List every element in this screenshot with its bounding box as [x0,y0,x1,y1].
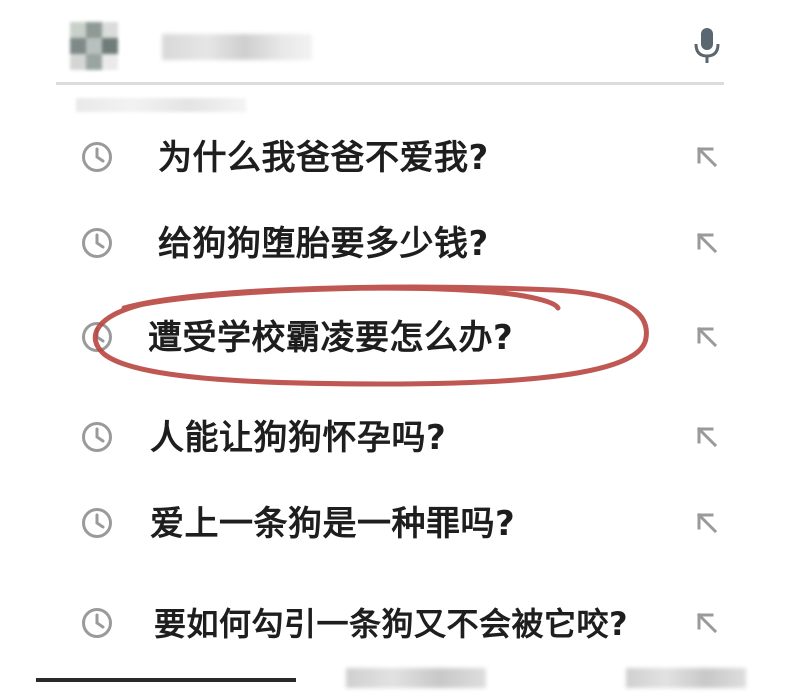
fill-query-arrow-icon[interactable] [692,508,722,538]
suggestion-text[interactable]: 给狗狗堕胎要多少钱? [158,220,489,268]
blurred-avatar[interactable] [70,22,118,70]
suggestion-row[interactable]: 给狗狗堕胎要多少钱? [36,214,766,278]
fill-query-arrow-icon[interactable] [692,608,722,638]
blurred-search-query[interactable] [162,34,312,60]
fill-query-arrow-icon[interactable] [692,228,722,258]
suggestion-text[interactable]: 要如何勾引一条狗又不会被它咬? [154,600,628,648]
suggestion-row[interactable]: 爱上一条狗是一种罪吗? [36,494,766,558]
bottom-divider [36,678,296,682]
search-suggestions-screen: 为什么我爸爸不爱我? 给狗狗堕胎要多少钱? 遭受学校霸凌要怎么办? 人能让狗狗怀… [36,0,766,692]
bottom-bar [36,664,766,692]
search-bar[interactable] [36,8,766,80]
search-underline [56,82,724,85]
suggestion-text[interactable]: 遭受学校霸凌要怎么办? [148,314,513,362]
fill-query-arrow-icon[interactable] [692,142,722,172]
suggestion-row[interactable]: 为什么我爸爸不爱我? [36,128,766,192]
history-clock-icon [82,508,112,538]
history-clock-icon [82,228,112,258]
fill-query-arrow-icon[interactable] [692,322,722,352]
blurred-hint-text [76,98,246,112]
history-clock-icon [82,422,112,452]
fill-query-arrow-icon[interactable] [692,422,722,452]
suggestion-text[interactable]: 爱上一条狗是一种罪吗? [150,500,515,548]
microphone-icon[interactable] [692,26,722,66]
suggestion-text[interactable]: 为什么我爸爸不爱我? [158,134,489,182]
suggestion-row[interactable]: 要如何勾引一条狗又不会被它咬? [36,594,766,658]
history-clock-icon [82,142,112,172]
suggestion-text[interactable]: 人能让狗狗怀孕吗? [150,414,446,462]
suggestion-row-highlighted[interactable]: 遭受学校霸凌要怎么办? [36,308,766,372]
blurred-footer-text [626,668,746,688]
history-clock-icon [82,322,112,352]
suggestion-row[interactable]: 人能让狗狗怀孕吗? [36,408,766,472]
history-clock-icon [82,608,112,638]
blurred-footer-text [346,668,486,688]
